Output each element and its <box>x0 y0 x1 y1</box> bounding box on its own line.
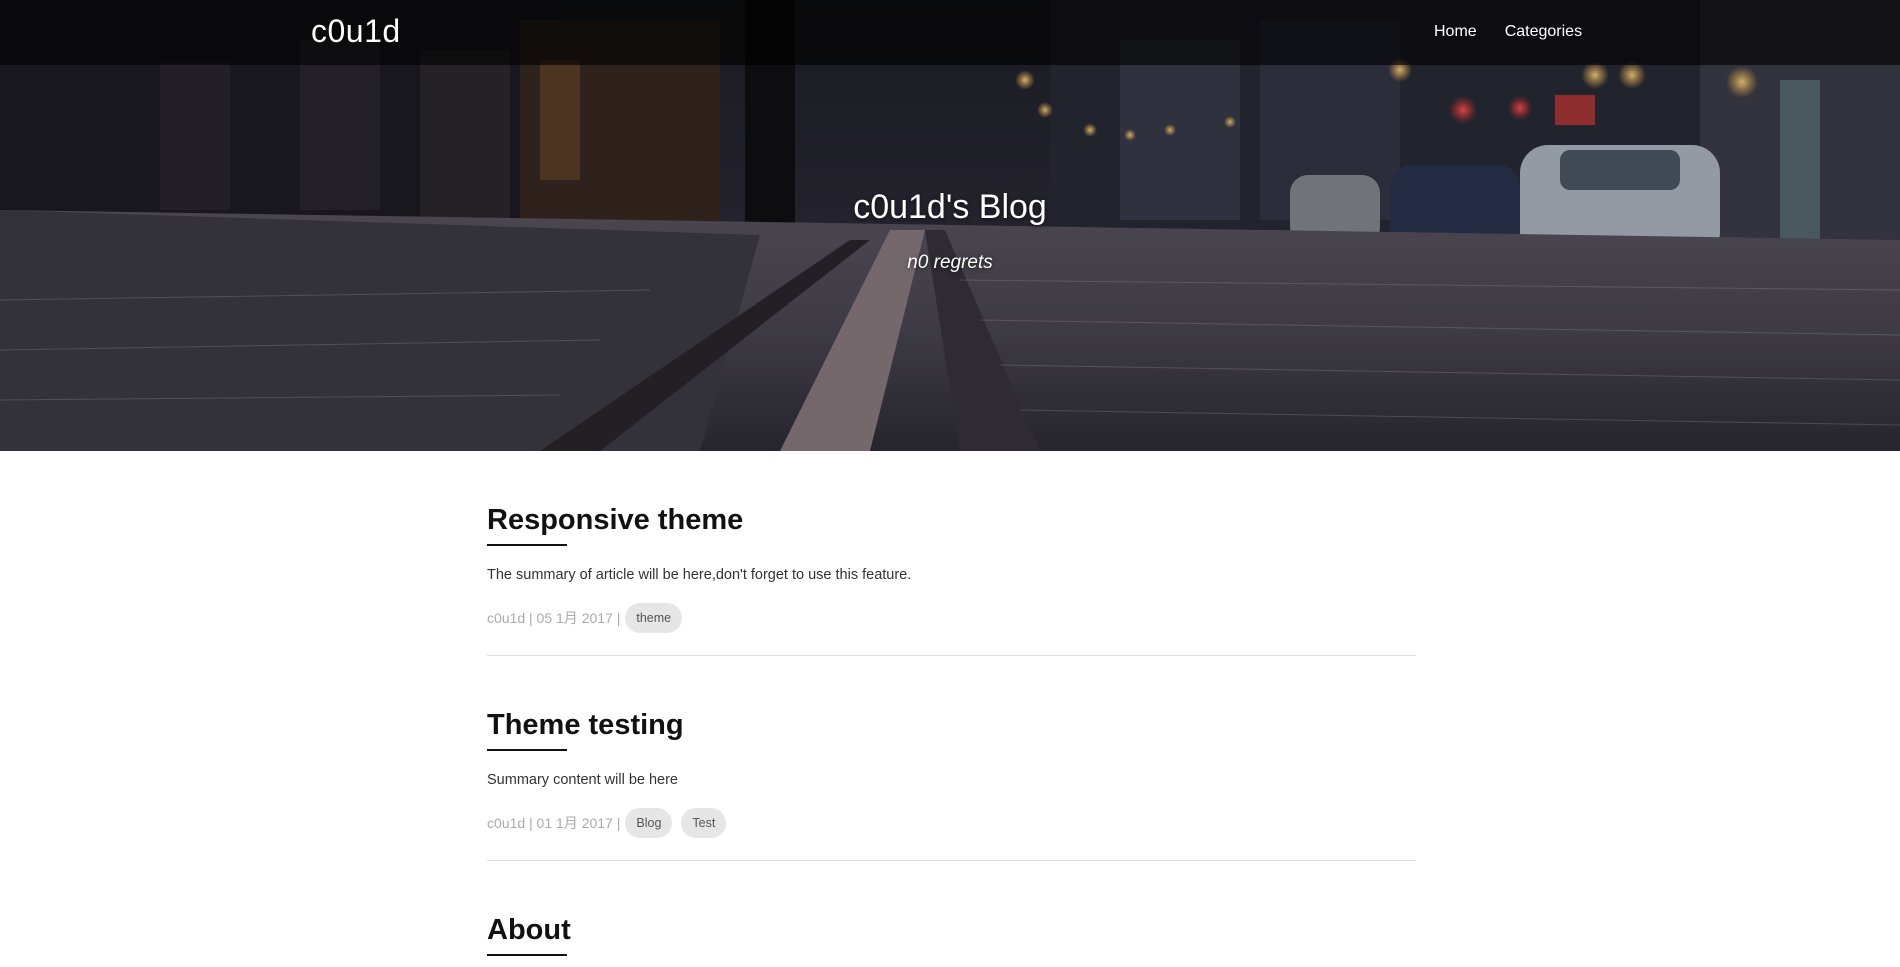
site-title: c0u1d's Blog <box>853 188 1047 226</box>
post-title-link[interactable]: Responsive theme <box>487 504 743 546</box>
nav-link-categories[interactable]: Categories <box>1505 23 1582 41</box>
hero-banner: c0u1d Home Categories c0u1d's Blog n0 re… <box>0 0 1900 451</box>
post-meta-text: c0u1d | 05 1月 2017 | <box>487 610 621 626</box>
post-meta-text: c0u1d | 01 1月 2017 | <box>487 815 621 831</box>
top-navbar: c0u1d Home Categories <box>0 0 1900 65</box>
post-title-link[interactable]: Theme testing <box>487 709 684 751</box>
post-summary: The summary of article will be here,don'… <box>487 567 912 583</box>
tag-test[interactable]: Test <box>681 808 727 838</box>
nav-links: Home Categories <box>1434 23 1582 41</box>
site-subtitle: n0 regrets <box>907 252 993 273</box>
page: c0u1d Home Categories c0u1d's Blog n0 re… <box>0 0 1900 967</box>
post-item: About <box>487 861 1416 967</box>
brand-logo-link[interactable]: c0u1d <box>311 13 401 50</box>
post-item: Theme testing Summary content will be he… <box>487 656 1416 861</box>
tag-blog[interactable]: Blog <box>625 808 673 838</box>
tag-theme[interactable]: theme <box>625 603 683 633</box>
post-meta: c0u1d | 01 1月 2017 | Blog Test <box>487 808 727 838</box>
post-summary: Summary content will be here <box>487 772 678 788</box>
post-item: Responsive theme The summary of article … <box>487 451 1416 656</box>
post-title-link[interactable]: About <box>487 914 571 956</box>
post-meta: c0u1d | 05 1月 2017 | theme <box>487 603 683 633</box>
nav-link-home[interactable]: Home <box>1434 23 1477 41</box>
